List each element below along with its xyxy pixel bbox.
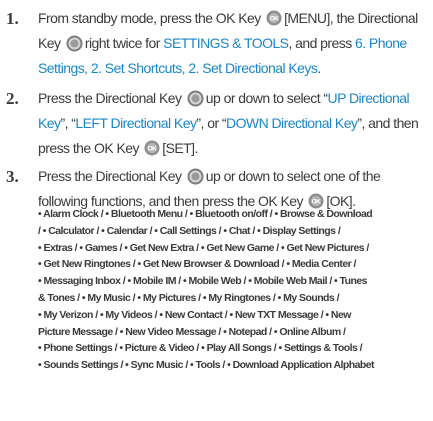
option-highlight: Key [38, 115, 61, 131]
text-segment: press the OK Key [38, 140, 143, 156]
svg-text:OK: OK [312, 199, 322, 206]
text-segment: up or down to select “ [205, 90, 328, 106]
ok-key-icon: OK [266, 10, 282, 26]
svg-text:OK: OK [270, 16, 280, 23]
function-list-line: • Alarm Clock / • Bluetooth Menu / • Blu… [38, 208, 373, 220]
text-segment: , and press [288, 35, 356, 51]
text-line: press the OK Key OK [SET]. [38, 136, 430, 161]
text-segment: [SET]. [162, 140, 198, 156]
function-list: • Alarm Clock / • Bluetooth Menu / • Blu… [38, 206, 430, 374]
svg-text:OK: OK [148, 146, 158, 153]
function-list-line: • Sounds Settings / • Sync Music / • Too… [38, 359, 375, 372]
text-segment: [MENU], the Directional [284, 10, 418, 26]
text-segment: right twice for [84, 35, 164, 51]
step-number: 1. [6, 9, 19, 28]
text-segment: . [317, 60, 321, 76]
menu-path-highlight: 6. Phone [355, 35, 407, 51]
directional-key-icon [187, 168, 204, 185]
function-list-line: Picture Message / • New Video Message / … [38, 325, 346, 338]
step-text: Press the Directional Key up or down to … [38, 86, 430, 161]
function-list-line: • My Verizon / • My Videos / • New Conta… [38, 308, 351, 321]
directional-key-icon [66, 35, 83, 52]
step-number: 3. [6, 167, 19, 186]
option-highlight: DOWN Directional Key [226, 115, 358, 131]
text-line: Press the Directional Key up or down to … [38, 164, 430, 189]
text-line: Settings, 2. Set Shortcuts, 2. Set Direc… [38, 56, 430, 81]
text-segment: Key [38, 35, 64, 51]
text-line: Key right twice for SETTINGS & TOOLS, an… [38, 31, 430, 56]
text-segment: From standby mode, press the OK Key [38, 10, 265, 26]
text-line: Key”, “LEFT Directional Key”, or “DOWN D… [38, 111, 430, 136]
text-segment: up or down to select one of the [205, 168, 381, 184]
function-list-line: • Messaging Inbox / • Mobile IM / • Mobi… [38, 275, 368, 288]
menu-path-highlight: Settings, 2. Set Shortcuts, 2. Set Direc… [38, 60, 318, 76]
text-segment: ”, “ [60, 115, 76, 131]
menu-path-highlight: SETTINGS & TOOLS [163, 35, 289, 51]
text-segment: Press the Directional Key [38, 168, 185, 184]
step-number: 2. [6, 89, 19, 108]
text-line: Press the Directional Key up or down to … [38, 86, 430, 111]
option-highlight: LEFT Directional Key [75, 115, 197, 131]
function-list-line: • Get New Ringtones / • Get New Browser … [38, 258, 356, 271]
manual-page: 1. From standby mode, press the OK Key O… [0, 0, 433, 421]
text-segment: ”, and then [357, 115, 419, 131]
text-segment: Press the Directional Key [38, 90, 185, 106]
step-text: From standby mode, press the OK Key OK [M… [38, 6, 430, 81]
function-list-line: & Tones / • My Music / • My Pictures / •… [38, 291, 340, 304]
function-list-line: • Extras / • Games / • Get New Extra / •… [38, 241, 369, 254]
text-segment: ”, or “ [196, 115, 227, 131]
option-highlight: UP Directional [327, 90, 410, 106]
function-list-line: • Phone Settings / • Picture & Video / •… [38, 342, 363, 355]
text-line: From standby mode, press the OK Key OK [M… [38, 6, 430, 31]
function-list-line: / • Calculator / • Calendar / • Call Set… [38, 224, 341, 237]
directional-key-icon [187, 90, 204, 107]
ok-key-icon: OK [144, 140, 160, 156]
